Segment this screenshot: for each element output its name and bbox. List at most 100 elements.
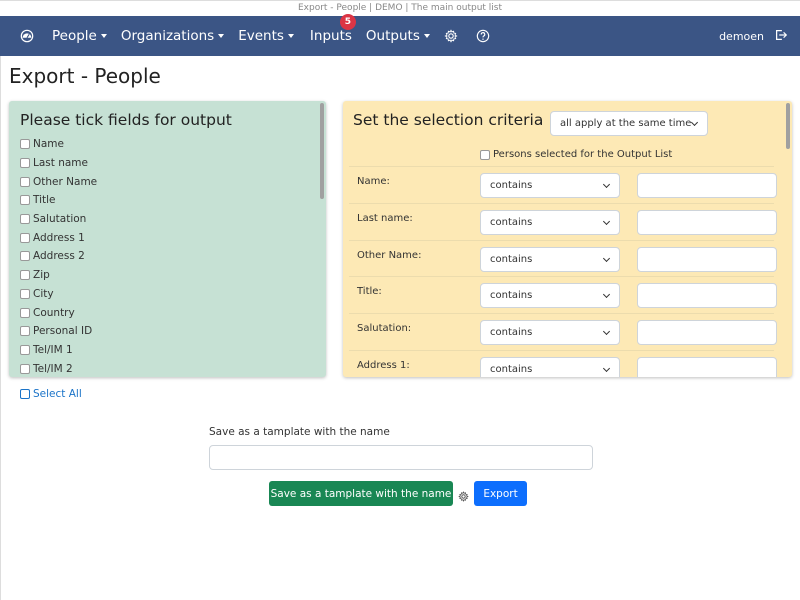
- chevron-down-icon: [602, 364, 611, 373]
- field-checkbox[interactable]: [20, 214, 30, 225]
- field-checkbox[interactable]: [20, 232, 30, 243]
- field-option[interactable]: Salutation: [9, 210, 326, 229]
- criteria-value-input[interactable]: [637, 283, 777, 309]
- chevron-down-icon: [602, 328, 611, 336]
- criteria-label: Title:: [357, 286, 382, 298]
- field-option[interactable]: Country: [9, 303, 326, 322]
- criteria-operator-value: contains: [490, 180, 533, 191]
- field-option[interactable]: Tel/IM 2: [9, 359, 326, 377]
- criteria-operator-value: contains: [490, 216, 533, 228]
- help-icon[interactable]: [476, 29, 490, 43]
- field-checkbox[interactable]: [20, 288, 30, 299]
- criteria-row: Last name: contains: [349, 202, 777, 240]
- field-option[interactable]: City: [9, 285, 326, 304]
- field-option[interactable]: Tel/IM 1: [9, 341, 326, 360]
- field-label: Address 1: [33, 231, 85, 244]
- field-label: Country: [33, 306, 75, 319]
- criteria-row: Other Name: contains: [349, 239, 777, 277]
- gear-icon[interactable]: [458, 487, 469, 506]
- persons-selected-checkbox[interactable]: [480, 149, 490, 160]
- criteria-label: Address 1:: [357, 360, 410, 371]
- criteria-value-input[interactable]: [637, 209, 777, 235]
- select-all-checkbox[interactable]: [20, 389, 30, 399]
- nav-events-label: Events: [238, 28, 284, 44]
- criteria-operator-value: contains: [490, 253, 533, 265]
- criteria-value-input[interactable]: [637, 320, 777, 346]
- logout-icon[interactable]: [774, 28, 788, 45]
- criteria-operator-select[interactable]: contains: [480, 283, 620, 309]
- nav-people[interactable]: People: [52, 28, 107, 44]
- persons-selected-option[interactable]: Persons selected for the Output List: [480, 149, 672, 160]
- field-checkbox[interactable]: [20, 326, 30, 337]
- criteria-row: Salutation: contains: [349, 313, 777, 350]
- field-option[interactable]: Name: [9, 135, 326, 154]
- caret-icon: [218, 34, 225, 38]
- nav-outputs[interactable]: Outputs: [366, 28, 430, 44]
- field-checkbox[interactable]: [20, 307, 30, 318]
- gear-icon[interactable]: [444, 29, 458, 43]
- field-option[interactable]: Address 1: [9, 228, 326, 247]
- select-all-label[interactable]: Select All: [33, 388, 82, 400]
- criteria-scrollbar[interactable]: [786, 103, 790, 149]
- caret-icon: [100, 34, 107, 38]
- criteria-label: Last name:: [357, 212, 413, 224]
- criteria-operator-value: contains: [490, 364, 533, 375]
- field-option[interactable]: Address 2: [9, 247, 326, 266]
- fields-scrollbar[interactable]: [320, 103, 324, 199]
- nav-inputs-label: Inputs: [309, 28, 352, 44]
- criteria-row: Address 1: contains: [349, 350, 777, 377]
- export-button[interactable]: Export: [474, 481, 527, 506]
- field-label: Zip: [33, 269, 50, 282]
- field-checkbox[interactable]: [20, 363, 30, 374]
- field-checkbox[interactable]: [20, 195, 30, 206]
- criteria-value-input[interactable]: [637, 173, 777, 198]
- criteria-operator-value: contains: [490, 327, 533, 339]
- fields-list: Name Last name Other Name Title Salutation Ad…: [9, 135, 326, 377]
- field-checkbox[interactable]: [20, 158, 30, 169]
- field-option[interactable]: Last name: [9, 154, 326, 173]
- field-option[interactable]: Zip: [9, 266, 326, 285]
- template-name-input[interactable]: [209, 445, 593, 470]
- criteria-value-input[interactable]: [637, 357, 777, 377]
- field-label: Name: [33, 138, 64, 151]
- nav-people-label: People: [52, 28, 97, 44]
- criteria-operator-select[interactable]: contains: [480, 173, 620, 198]
- nav-organizations[interactable]: Organizations: [120, 28, 225, 44]
- criteria-operator-select[interactable]: contains: [480, 320, 620, 346]
- criteria-operator-select[interactable]: contains: [480, 209, 620, 235]
- criteria-row: Title: contains: [349, 276, 777, 313]
- field-option[interactable]: Title: [9, 191, 326, 210]
- window-title: Export - People | DEMO | The main output…: [0, 0, 800, 16]
- criteria-operator-select[interactable]: contains: [480, 246, 620, 272]
- criteria-value-input[interactable]: [637, 246, 777, 272]
- criteria-panel-title: Set the selection criteria: [353, 111, 544, 129]
- field-label: Tel/IM 2: [33, 362, 73, 375]
- nav-inputs[interactable]: Inputs 5: [309, 14, 356, 44]
- field-option[interactable]: Other Name: [9, 172, 326, 191]
- chevron-down-icon: [602, 180, 611, 189]
- field-checkbox[interactable]: [20, 176, 30, 187]
- field-label: Salutation: [33, 213, 87, 226]
- save-template-button[interactable]: Save as a tamplate with the name: [269, 481, 453, 506]
- field-checkbox[interactable]: [20, 251, 30, 262]
- field-checkbox[interactable]: [20, 139, 30, 150]
- apply-mode-select[interactable]: all apply at the same time: [550, 111, 708, 136]
- criteria-label: Other Name:: [357, 249, 422, 261]
- panels-container: Please tick fields for output Name Last n…: [0, 94, 800, 384]
- nav-organizations-label: Organizations: [120, 28, 215, 44]
- chevron-down-icon: [690, 118, 699, 127]
- field-label: Tel/IM 1: [33, 343, 73, 356]
- select-all-option[interactable]: Select All: [20, 388, 82, 400]
- field-label: Last name: [33, 157, 88, 170]
- nav-events[interactable]: Events: [238, 28, 294, 44]
- field-checkbox[interactable]: [20, 344, 30, 355]
- criteria-label: Name:: [357, 176, 390, 187]
- field-option[interactable]: Personal ID: [9, 322, 326, 341]
- criteria-operator-select[interactable]: contains: [480, 357, 620, 377]
- user-name[interactable]: demoen: [719, 30, 764, 43]
- field-checkbox[interactable]: [20, 270, 30, 281]
- field-label: Personal ID: [33, 325, 93, 338]
- field-label: City: [33, 287, 54, 300]
- dashboard-icon[interactable]: [20, 29, 34, 43]
- criteria-row: Name: contains: [349, 166, 777, 203]
